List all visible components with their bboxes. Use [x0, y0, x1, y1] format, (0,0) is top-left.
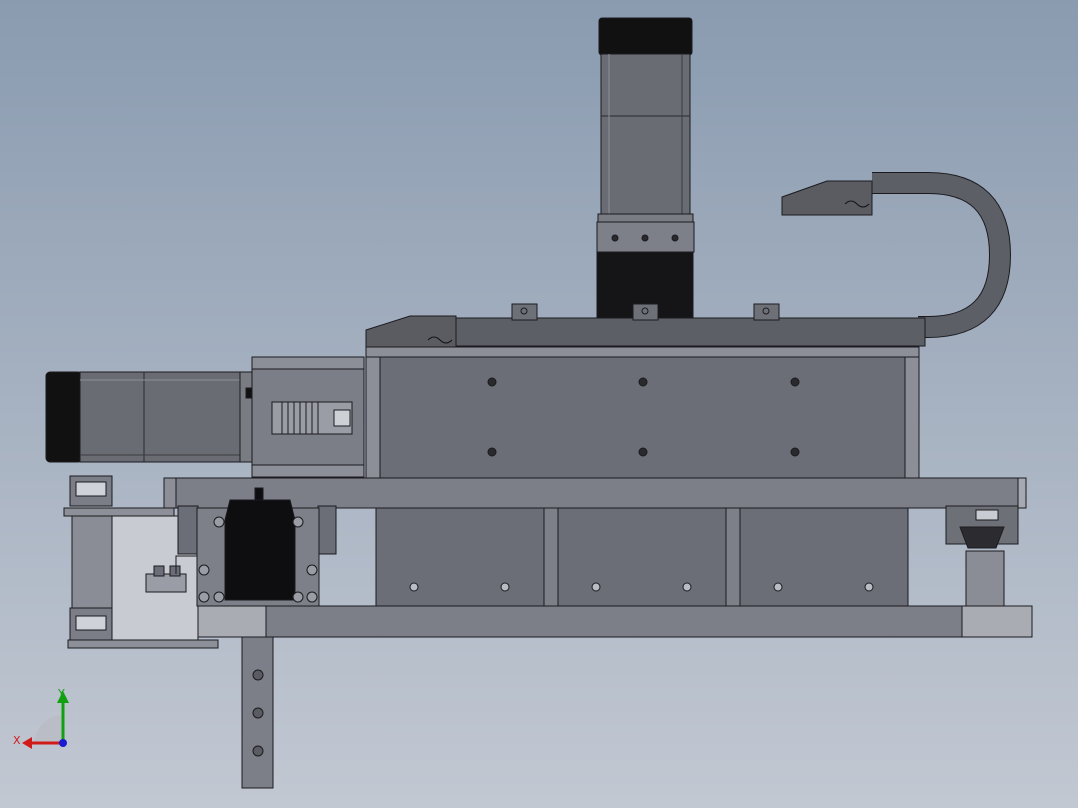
- assembly-model[interactable]: [0, 0, 1078, 808]
- slide-carriage[interactable]: [365, 346, 920, 479]
- chain-end-bracket-top: [781, 180, 873, 216]
- vertical-servo-motor[interactable]: [596, 17, 695, 321]
- base-frame: [195, 605, 1033, 638]
- x-axis-arrowhead: [22, 737, 32, 749]
- cad-viewport[interactable]: Y X: [0, 0, 1078, 808]
- orientation-triad[interactable]: Y X: [10, 685, 80, 755]
- chain-lower-run: [454, 317, 926, 347]
- horizontal-servo-motor[interactable]: [45, 371, 254, 463]
- motor-flange: [597, 213, 694, 223]
- lower-frame-compartments: [375, 507, 909, 607]
- motor-body: [79, 371, 243, 463]
- y-axis-label: Y: [57, 687, 65, 700]
- motor-end-cap: [45, 371, 83, 463]
- linear-bearing-block[interactable]: [945, 505, 1019, 607]
- carriage-body: [365, 356, 920, 479]
- motor-end-cap: [598, 17, 693, 56]
- z-axis-dot: [59, 739, 67, 747]
- carriage-top-plate: [365, 346, 920, 358]
- chain-end-bracket-bottom: [365, 315, 457, 351]
- x-axis-label: X: [13, 734, 21, 747]
- motor-body: [600, 53, 691, 216]
- mount-strip[interactable]: [241, 636, 274, 789]
- middle-plate: [175, 477, 1027, 509]
- coupling-housing[interactable]: [251, 356, 365, 478]
